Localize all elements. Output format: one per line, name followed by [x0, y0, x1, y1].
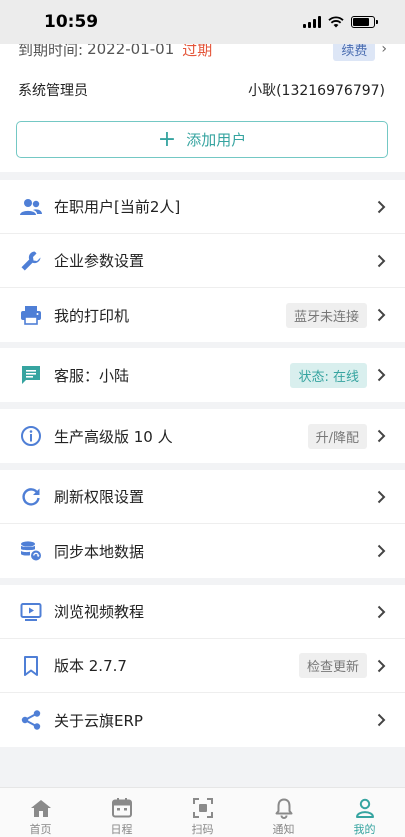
- menu-label: 同步本地数据: [54, 542, 145, 561]
- chevron-right-icon: [375, 253, 387, 269]
- battery-icon: [351, 16, 378, 28]
- settings-group-4: 刷新权限设置 同步本地数据: [0, 470, 405, 578]
- settings-group-1: 在职用户[当前2人] 企业参数设置 我的打印机 蓝牙未连接: [0, 180, 405, 342]
- menu-label: 我的打印机: [54, 306, 130, 325]
- tab-label: 我的: [353, 823, 376, 836]
- signal-icon: [303, 16, 321, 28]
- tab-scan[interactable]: 扫码: [162, 788, 243, 837]
- menu-item-active-users[interactable]: 在职用户[当前2人]: [0, 180, 405, 234]
- status-time: 10:59: [44, 12, 99, 32]
- admin-row: 系统管理员 小耿(13216976797): [18, 78, 385, 102]
- chevron-right-icon: [375, 489, 387, 505]
- refresh-icon: [18, 484, 44, 510]
- home-icon: [29, 796, 53, 819]
- menu-label: 刷新权限设置: [54, 488, 145, 506]
- menu-label: 关于云旗ERP: [54, 711, 143, 730]
- add-user-button[interactable]: + 添加用户: [16, 121, 388, 158]
- menu-label: 在职用户[当前2人]: [54, 198, 181, 216]
- service-status-badge: 状态: 在线: [290, 362, 367, 388]
- info-icon: [18, 423, 44, 449]
- share-icon: [18, 707, 44, 733]
- upgrade-downgrade-badge[interactable]: 升/降配: [307, 423, 367, 449]
- menu-item-edition[interactable]: 生产高级版 10 人 升/降配: [0, 409, 405, 463]
- printer-icon: [18, 302, 44, 328]
- menu-item-enterprise-settings[interactable]: 企业参数设置: [0, 234, 405, 288]
- menu-label: 版本 2.7.7: [54, 657, 127, 675]
- menu-label: 企业参数设置: [54, 252, 145, 270]
- settings-group-5: 浏览视频教程 版本 2.7.7 检查更新 关于云旗ERP: [0, 585, 405, 747]
- chevron-right-icon: [375, 428, 387, 444]
- scan-icon: [191, 796, 215, 819]
- status-icons: [303, 16, 378, 28]
- chevron-right-icon: [375, 658, 387, 674]
- menu-item-customer-service[interactable]: 客服：小陆 状态: 在线: [0, 348, 405, 402]
- menu-label: 生产高级版 10 人: [54, 427, 173, 446]
- chevron-right-icon: [375, 543, 387, 559]
- chevron-right-icon: [375, 199, 387, 215]
- menu-item-refresh-permissions[interactable]: 刷新权限设置: [0, 470, 405, 524]
- add-user-label: 添加用户: [186, 131, 247, 149]
- menu-item-video-tutorials[interactable]: 浏览视频教程: [0, 585, 405, 639]
- calendar-icon: [110, 796, 134, 819]
- menu-item-version[interactable]: 版本 2.7.7 检查更新: [0, 639, 405, 693]
- tab-label: 首页: [29, 823, 52, 836]
- user-icon: [353, 796, 377, 819]
- video-icon: [18, 599, 44, 625]
- settings-group-3: 生产高级版 10 人 升/降配: [0, 409, 405, 463]
- users-icon: [18, 194, 44, 220]
- menu-label: 浏览视频教程: [54, 603, 145, 621]
- account-card: 到期时间: 2022-01-01 过期 续费 › 系统管理员 小耿(132169…: [0, 30, 405, 172]
- wrench-icon: [18, 248, 44, 274]
- printer-status-badge: 蓝牙未连接: [285, 302, 367, 328]
- settings-group-2: 客服：小陆 状态: 在线: [0, 348, 405, 402]
- tab-label: 日程: [110, 823, 133, 836]
- tab-home[interactable]: 首页: [0, 788, 81, 837]
- tab-mine[interactable]: 我的: [324, 788, 405, 837]
- menu-item-about[interactable]: 关于云旗ERP: [0, 693, 405, 747]
- menu-item-sync-local-data[interactable]: 同步本地数据: [0, 524, 405, 578]
- status-bar: 10:59: [0, 0, 405, 44]
- plus-icon: +: [157, 126, 177, 152]
- wifi-icon: [328, 16, 344, 28]
- chat-icon: [18, 362, 44, 388]
- check-update-button[interactable]: 检查更新: [298, 653, 367, 678]
- bell-icon: [272, 796, 296, 819]
- tab-label: 通知: [272, 823, 295, 836]
- bookmark-icon: [18, 653, 44, 679]
- tab-notifications[interactable]: 通知: [243, 788, 324, 837]
- tab-schedule[interactable]: 日程: [81, 788, 162, 837]
- bottom-tab-bar: 首页 日程 扫码 通知 我的: [0, 787, 405, 837]
- chevron-right-icon: [375, 604, 387, 620]
- chevron-right-icon: [375, 367, 387, 383]
- role-label: 系统管理员: [18, 83, 88, 99]
- chevron-right-icon: [375, 712, 387, 728]
- tab-label: 扫码: [191, 823, 214, 836]
- menu-label: 客服：小陆: [54, 366, 130, 385]
- chevron-right-icon: [375, 307, 387, 323]
- menu-item-my-printer[interactable]: 我的打印机 蓝牙未连接: [0, 288, 405, 342]
- database-sync-icon: [18, 538, 44, 564]
- user-info: 小耿(13216976797): [248, 83, 385, 99]
